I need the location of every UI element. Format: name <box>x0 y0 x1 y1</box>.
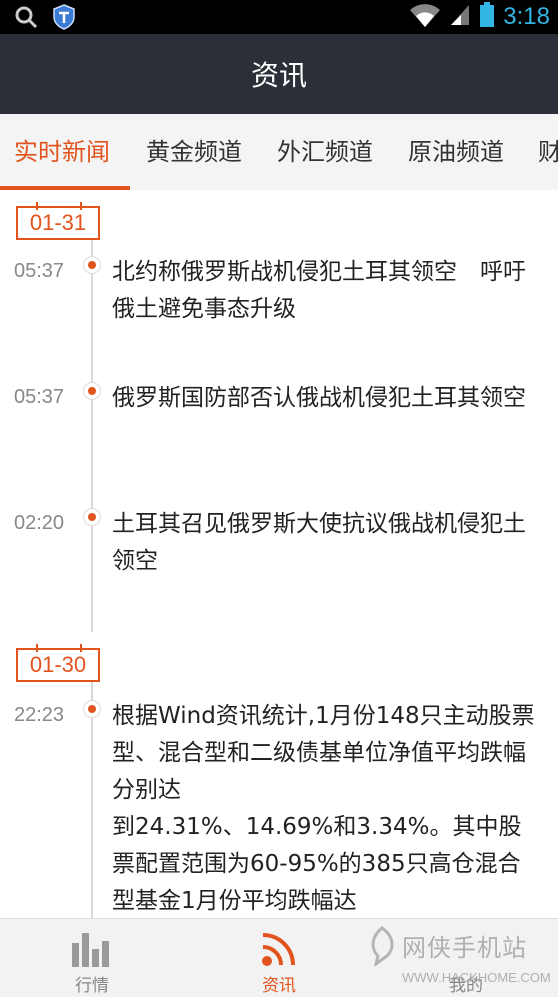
timeline-line <box>91 238 93 632</box>
date-badge: 01-31 <box>16 202 100 240</box>
channel-tabs: 实时新闻 黄金频道 外汇频道 原油频道 财 <box>0 114 558 190</box>
shield-icon <box>52 4 76 34</box>
watermark-logo-icon <box>366 926 398 970</box>
timeline-dot <box>83 508 101 526</box>
nav-label: 行情 <box>75 976 109 996</box>
nav-news[interactable]: 资讯 <box>219 919 339 997</box>
wifi-icon <box>409 2 441 32</box>
news-feed[interactable]: 01-31 05:37 北约称俄罗斯战机侵犯土耳其领空 呼吁俄土避免事态升级 0… <box>0 190 558 918</box>
tab-oil-channel[interactable]: 原油频道 <box>408 114 504 190</box>
search-icon <box>14 5 38 33</box>
news-time: 22:23 <box>14 704 65 726</box>
status-clock: 3:18 <box>503 3 550 30</box>
tab-forex-channel[interactable]: 外汇频道 <box>277 114 373 190</box>
news-time: 05:37 <box>14 260 65 282</box>
app-header: 资讯 <box>0 34 558 114</box>
news-headline[interactable]: 俄罗斯国防部否认俄战机侵犯土耳其领空 <box>112 380 542 417</box>
date-label: 01-31 <box>29 210 87 235</box>
timeline-dot <box>83 256 101 274</box>
battery-icon <box>479 2 495 32</box>
news-headline[interactable]: 土耳其召见俄罗斯大使抗议俄战机侵犯土领空 <box>112 506 542 580</box>
signal-icon <box>449 3 471 31</box>
timeline-dot <box>83 700 101 718</box>
news-headline[interactable]: 根据Wind资讯统计,1月份148只主动股票型、混合型和二级债基单位净值平均跌幅… <box>112 698 542 918</box>
date-badge: 01-30 <box>16 644 100 682</box>
watermark-text: 网侠手机站 <box>402 934 527 962</box>
rss-icon <box>259 927 301 973</box>
page-title: 资讯 <box>250 59 307 92</box>
watermark-url: WWW.HACKHOME.COM <box>402 970 551 985</box>
bar-chart-icon <box>70 929 112 973</box>
tab-gold-channel[interactable]: 黄金频道 <box>146 114 242 190</box>
status-bar: 3:18 <box>0 0 558 34</box>
news-time: 05:37 <box>14 386 65 408</box>
nav-label: 资讯 <box>262 976 296 996</box>
nav-market[interactable]: 行情 <box>32 919 152 997</box>
date-label: 01-30 <box>29 652 87 677</box>
news-time: 02:20 <box>14 512 65 534</box>
tab-realtime-news[interactable]: 实时新闻 <box>14 114 110 190</box>
timeline-dot <box>83 382 101 400</box>
news-headline[interactable]: 北约称俄罗斯战机侵犯土耳其领空 呼吁俄土避免事态升级 <box>112 254 542 328</box>
watermark: 网侠手机站 WWW.HACKHOME.COM <box>366 924 556 994</box>
tab-finance-partial[interactable]: 财 <box>538 114 558 190</box>
